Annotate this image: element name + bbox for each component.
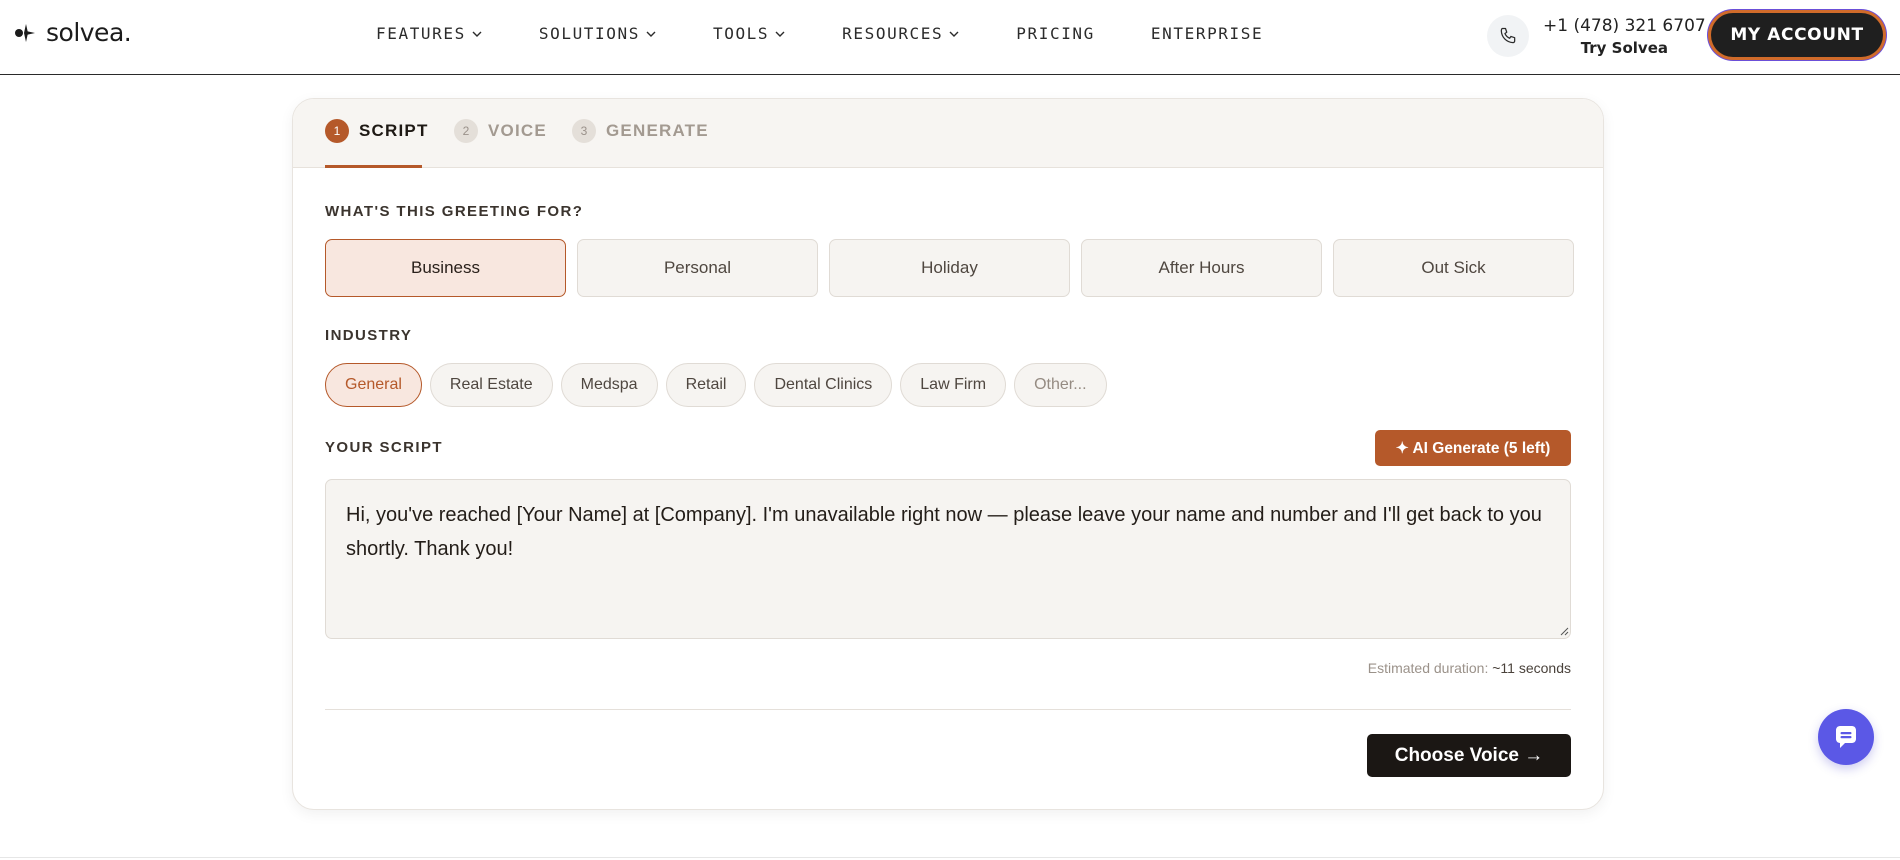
nav-pricing[interactable]: PRICING [1016, 24, 1095, 43]
chat-icon [1836, 726, 1856, 748]
phone-text: +1 (478) 321 6707 Try Solvea [1543, 16, 1706, 57]
greeting-option-holiday[interactable]: Holiday [829, 239, 1070, 297]
my-account-button[interactable]: MY ACCOUNT [1711, 13, 1883, 57]
chevron-down-icon [472, 31, 482, 37]
industry-option-law-firm[interactable]: Law Firm [900, 363, 1007, 407]
step-label: GENERATE [606, 121, 709, 140]
phone-icon [1487, 15, 1529, 57]
industry-option-medspa[interactable]: Medspa [560, 363, 658, 407]
logo[interactable]: solvea. [14, 18, 132, 47]
nav-label: RESOURCES [842, 24, 944, 43]
step-generate[interactable]: 3 GENERATE [572, 119, 709, 143]
phone-contact[interactable]: +1 (478) 321 6707 Try Solvea [1487, 15, 1706, 57]
greeting-type-options: Business Personal Holiday After Hours Ou… [325, 239, 1574, 297]
nav-label: ENTERPRISE [1150, 24, 1264, 43]
nav-solutions[interactable]: SOLUTIONS [539, 24, 657, 43]
divider [325, 709, 1571, 710]
industry-label: INDUSTRY [325, 327, 413, 344]
chevron-down-icon [949, 31, 959, 37]
site-header: solvea. FEATURES SOLUTIONS TOOLS RESOURC… [0, 0, 1900, 75]
industry-option-retail[interactable]: Retail [665, 363, 747, 407]
nav-label: TOOLS [712, 24, 770, 43]
estimated-duration: Estimated duration: ~11 seconds [1368, 660, 1571, 676]
script-textarea[interactable]: Hi, you've reached [Your Name] at [Compa… [325, 479, 1571, 639]
industry-option-general[interactable]: General [325, 363, 422, 407]
main-nav: FEATURES SOLUTIONS TOOLS RESOURCES PRICI… [376, 24, 1319, 43]
chevron-down-icon [775, 31, 785, 37]
solvea-logo-icon [14, 21, 38, 45]
divider [0, 857, 1900, 858]
nav-tools[interactable]: TOOLS [713, 24, 786, 43]
nav-enterprise[interactable]: ENTERPRISE [1151, 24, 1263, 43]
chat-widget-button[interactable] [1818, 709, 1874, 765]
nav-features[interactable]: FEATURES [376, 24, 483, 43]
step-voice[interactable]: 2 VOICE [454, 119, 547, 143]
step-label: VOICE [488, 121, 547, 140]
step-number: 2 [454, 119, 478, 143]
step-script[interactable]: 1 SCRIPT [325, 119, 429, 143]
resize-handle-icon[interactable] [1560, 627, 1569, 636]
greeting-wizard-card: 1 SCRIPT 2 VOICE 3 GENERATE WHAT'S THIS … [292, 98, 1604, 810]
active-step-indicator [325, 165, 422, 168]
industry-option-real-estate[interactable]: Real Estate [429, 363, 553, 407]
greeting-option-personal[interactable]: Personal [577, 239, 818, 297]
nav-label: FEATURES [376, 24, 466, 43]
step-number: 1 [325, 119, 349, 143]
choose-voice-button[interactable]: Choose Voice → [1367, 734, 1571, 777]
greeting-option-after-hours[interactable]: After Hours [1081, 239, 1322, 297]
duration-value: ~11 seconds [1492, 660, 1571, 676]
wizard-steps: 1 SCRIPT 2 VOICE 3 GENERATE [293, 99, 1603, 168]
greeting-option-out-sick[interactable]: Out Sick [1333, 239, 1574, 297]
nav-resources[interactable]: RESOURCES [842, 24, 960, 43]
ai-generate-button[interactable]: ✦ AI Generate (5 left) [1375, 430, 1571, 466]
industry-options: General Real Estate Medspa Retail Dental… [325, 363, 1107, 407]
nav-label: SOLUTIONS [538, 24, 640, 43]
industry-option-other[interactable]: Other... [1014, 363, 1107, 407]
step-label: SCRIPT [359, 121, 429, 140]
step-number: 3 [572, 119, 596, 143]
duration-label: Estimated duration: [1367, 660, 1489, 676]
your-script-label: YOUR SCRIPT [325, 439, 443, 456]
industry-option-dental-clinics[interactable]: Dental Clinics [754, 363, 893, 407]
phone-number[interactable]: +1 (478) 321 6707 [1543, 16, 1706, 36]
try-solvea-label[interactable]: Try Solvea [1581, 39, 1668, 57]
nav-label: PRICING [1016, 24, 1095, 43]
greeting-type-label: WHAT'S THIS GREETING FOR? [325, 203, 584, 220]
greeting-option-business[interactable]: Business [325, 239, 566, 297]
logo-text: solvea. [46, 18, 132, 47]
chevron-down-icon [646, 31, 656, 37]
